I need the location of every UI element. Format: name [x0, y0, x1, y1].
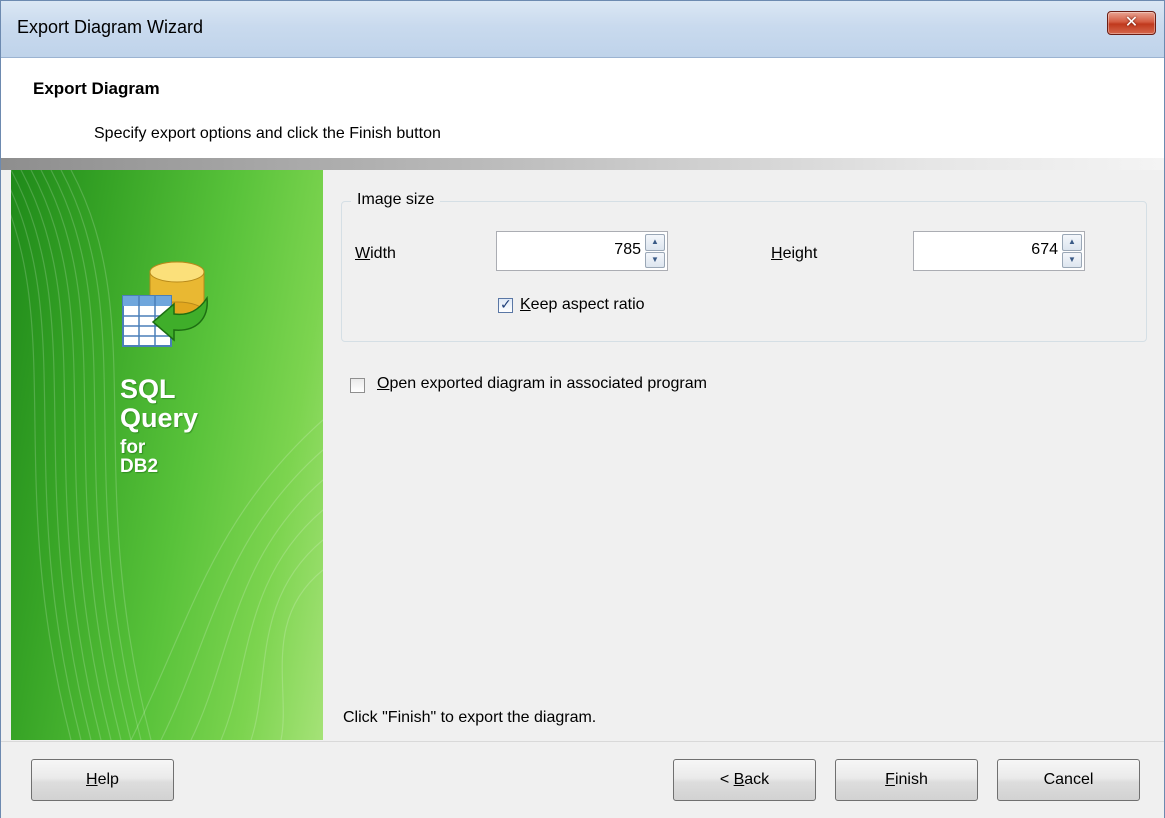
help-button[interactable]: Help — [31, 759, 174, 801]
brand-line-1: SQL — [120, 374, 176, 404]
close-icon: ✕ — [1124, 14, 1139, 31]
export-diagram-wizard-window: Export Diagram Wizard ✕ Export Diagram S… — [0, 0, 1165, 818]
height-label-accel: H — [771, 245, 783, 262]
cancel-button-label: Cancel — [1043, 771, 1094, 788]
finish-button[interactable]: Finish — [835, 759, 978, 801]
open-exported-label[interactable]: Open exported diagram in associated prog… — [377, 375, 707, 393]
height-label: Height — [771, 245, 817, 263]
header-separator — [1, 158, 1164, 170]
width-label-accel: W — [355, 245, 371, 262]
keep-aspect-ratio-label[interactable]: Keep aspect ratio — [520, 296, 645, 314]
wizard-header: Export Diagram Specify export options an… — [1, 58, 1164, 158]
product-brand: SQL Query for DB2 — [120, 374, 199, 477]
close-button[interactable]: ✕ — [1107, 11, 1156, 35]
button-bar: Help < Back Finish Cancel — [1, 741, 1164, 818]
width-label-text: idth — [370, 245, 396, 262]
keep-aspect-label-text: eep aspect ratio — [530, 296, 645, 313]
database-export-icon — [122, 261, 208, 347]
back-button[interactable]: < Back — [673, 759, 816, 801]
image-size-group-title: Image size — [351, 191, 441, 209]
height-label-text: eight — [782, 245, 818, 262]
width-spin-input[interactable]: 785 ▲ ▼ — [496, 231, 668, 271]
width-increment-button[interactable]: ▲ — [645, 234, 665, 251]
help-button-label: Help — [86, 771, 119, 788]
brand-line-3: for — [120, 437, 146, 458]
keep-aspect-accel: K — [520, 296, 531, 313]
window-title: Export Diagram Wizard — [17, 17, 204, 37]
width-value: 785 — [614, 241, 641, 258]
page-subtitle: Specify export options and click the Fin… — [94, 125, 441, 142]
finish-button-label: Finish — [885, 771, 928, 788]
title-bar[interactable]: Export Diagram Wizard ✕ — [1, 1, 1164, 58]
wizard-content: Image size Width 785 ▲ ▼ Height 674 ▲ ▼ … — [323, 170, 1164, 740]
open-exported-checkbox[interactable] — [350, 378, 365, 393]
cancel-button[interactable]: Cancel — [997, 759, 1140, 801]
open-exported-accel: O — [377, 375, 390, 392]
wizard-sidebar-banner: SQL Query for DB2 — [11, 170, 323, 740]
back-button-label: < Back — [719, 771, 770, 788]
width-decrement-button[interactable]: ▼ — [645, 251, 665, 268]
checkmark-icon: ✓ — [500, 296, 512, 312]
brand-line-2: Query — [120, 403, 199, 433]
keep-aspect-ratio-checkbox[interactable]: ✓ — [498, 296, 513, 313]
open-exported-label-text: pen exported diagram in associated progr… — [389, 375, 707, 392]
height-increment-button[interactable]: ▲ — [1062, 234, 1082, 251]
height-spin-input[interactable]: 674 ▲ ▼ — [913, 231, 1085, 271]
image-size-group — [341, 201, 1147, 342]
brand-line-4: DB2 — [120, 456, 159, 477]
height-decrement-button[interactable]: ▼ — [1062, 251, 1082, 268]
width-label: Width — [355, 245, 396, 263]
page-title: Export Diagram — [33, 79, 160, 98]
finish-hint: Click "Finish" to export the diagram. — [343, 709, 597, 726]
height-value: 674 — [1031, 241, 1058, 258]
